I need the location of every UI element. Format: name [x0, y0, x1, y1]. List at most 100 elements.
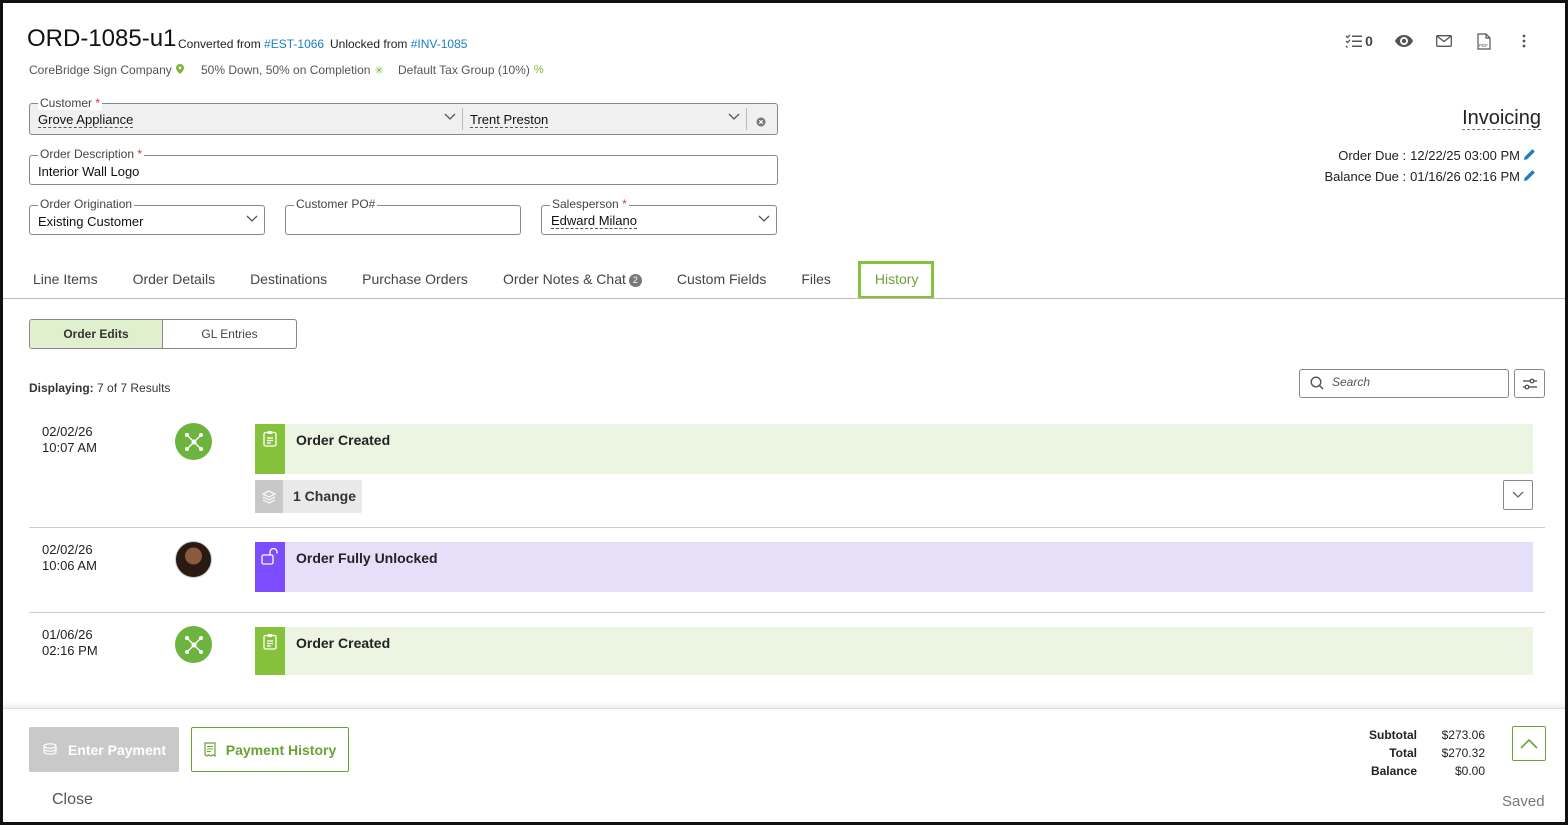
order-due-label: Order Due : — [1338, 148, 1407, 163]
converted-link[interactable]: #EST-1066 — [264, 37, 324, 51]
sliders-icon — [1522, 378, 1537, 389]
order-origination-value: Existing Customer — [38, 214, 144, 229]
salesperson-value: Edward Milano — [551, 213, 637, 229]
email-icon[interactable] — [1433, 31, 1455, 51]
entry-divider — [29, 527, 1545, 528]
order-description-field[interactable]: Order Description * Interior Wall Logo — [29, 147, 778, 185]
clipboard-icon — [255, 424, 285, 474]
tab-history[interactable]: History — [857, 261, 935, 299]
tab-line-items[interactable]: Line Items — [15, 261, 115, 299]
history-card: Order Fully Unlocked — [255, 542, 1533, 592]
clear-icon[interactable] — [756, 114, 766, 132]
eye-icon[interactable] — [1393, 31, 1415, 51]
subtotal-value: $273.06 — [1441, 728, 1485, 742]
total-value: $270.32 — [1441, 746, 1485, 760]
segment-order-edits[interactable]: Order Edits — [30, 320, 163, 348]
chevron-down-icon[interactable] — [444, 113, 456, 123]
history-card-title: Order Fully Unlocked — [296, 550, 438, 566]
edit-pencil-icon[interactable] — [1524, 149, 1535, 163]
customer-po-field[interactable]: Customer PO# — [285, 197, 521, 235]
customer-po-label: Customer PO# — [294, 197, 378, 211]
search-icon — [1310, 376, 1324, 395]
tasks-button[interactable]: 0 — [1343, 31, 1375, 51]
edit-pencil-icon[interactable] — [1524, 170, 1535, 184]
percent-icon: % — [533, 64, 544, 76]
converted-from: Converted from #EST-1066 — [178, 37, 324, 51]
chevron-down-icon — [758, 215, 770, 225]
customer-field: Customer * Grove Appliance Trent Preston — [29, 96, 778, 135]
more-options-icon[interactable] — [1513, 31, 1535, 51]
enter-payment-button[interactable]: Enter Payment — [29, 727, 179, 772]
tab-custom-fields[interactable]: Custom Fields — [659, 261, 783, 299]
chevron-down-icon — [246, 215, 258, 225]
customer-select[interactable]: Grove Appliance — [38, 113, 134, 128]
coins-icon — [43, 742, 57, 755]
change-count-label: 1 Change — [293, 488, 357, 504]
tab-files[interactable]: Files — [783, 261, 848, 299]
order-due: Order Due : 12/22/25 03:00 PM — [1338, 148, 1535, 163]
filter-button[interactable] — [1514, 369, 1545, 398]
expand-totals-button[interactable] — [1512, 726, 1546, 761]
notes-count-badge: 2 — [628, 274, 642, 287]
history-card-title: Order Created — [296, 635, 391, 651]
svg-text:PDF: PDF — [1479, 43, 1488, 48]
salesperson-label: Salesperson * — [550, 197, 629, 211]
search-input[interactable] — [1332, 375, 1492, 389]
order-origination-select[interactable]: Order Origination Existing Customer — [29, 197, 265, 235]
clipboard-icon — [255, 627, 285, 675]
tab-purchase-orders[interactable]: Purchase Orders — [344, 261, 485, 299]
payment-history-button[interactable]: Payment History — [191, 727, 349, 772]
order-description-value: Interior Wall Logo — [38, 164, 140, 179]
unlock-icon — [255, 542, 285, 592]
location-pin-icon — [175, 63, 184, 77]
contact-select[interactable]: Trent Preston — [470, 113, 549, 128]
company-info: CoreBridge Sign Company — [29, 63, 184, 77]
displaying-label: Displaying: — [29, 381, 94, 395]
order-description-label: Order Description * — [38, 147, 145, 161]
displaying-value: 7 of 7 Results — [97, 381, 171, 395]
tab-order-notes-chat[interactable]: Order Notes & Chat 2 — [485, 261, 659, 299]
balance-due-label: Balance Due : — [1324, 169, 1407, 184]
change-count-button[interactable]: 1 Change — [255, 480, 362, 513]
save-status: Saved — [1502, 793, 1545, 810]
salesperson-select[interactable]: Salesperson * Edward Milano — [541, 197, 777, 235]
tab-destinations[interactable]: Destinations — [232, 261, 344, 299]
checklist-icon — [1345, 34, 1363, 48]
entry-timestamp: 01/06/26 02:16 PM — [42, 627, 98, 659]
tax-group: Default Tax Group (10%) % — [398, 63, 544, 77]
task-count: 0 — [1365, 33, 1373, 49]
close-button[interactable]: Close — [52, 791, 93, 809]
tab-divider — [3, 298, 1565, 299]
history-segment-control: Order Edits GL Entries — [29, 319, 297, 349]
history-card-title: Order Created — [296, 432, 391, 448]
entry-timestamp: 02/02/26 10:06 AM — [42, 542, 97, 574]
entry-date: 02/02/26 — [42, 424, 93, 439]
system-avatar — [175, 626, 212, 663]
unlocked-link[interactable]: #INV-1085 — [411, 37, 468, 51]
search-box — [1299, 369, 1509, 398]
results-count: Displaying: 7 of 7 Results — [29, 381, 170, 395]
entry-time: 02:16 PM — [42, 643, 98, 658]
converted-label: Converted from — [178, 37, 261, 51]
network-icon — [184, 635, 203, 654]
balance-value: $0.00 — [1454, 764, 1485, 778]
tax-group-text: Default Tax Group (10%) — [398, 63, 530, 77]
entry-date: 01/06/26 — [42, 627, 93, 642]
asterisk-icon: ✳ — [374, 64, 384, 77]
network-icon — [184, 432, 203, 451]
entry-date: 02/02/26 — [42, 542, 93, 557]
user-avatar — [175, 541, 212, 578]
segment-gl-entries[interactable]: GL Entries — [163, 320, 296, 348]
chevron-up-icon — [1520, 738, 1538, 749]
balance-due: Balance Due : 01/16/26 02:16 PM — [1324, 169, 1535, 184]
tab-order-details[interactable]: Order Details — [115, 261, 232, 299]
chevron-down-icon[interactable] — [728, 113, 740, 123]
subtotal-label: Subtotal — [1369, 728, 1417, 742]
expand-button[interactable] — [1503, 480, 1533, 510]
pdf-icon[interactable]: PDF — [1473, 31, 1495, 51]
order-id: ORD-1085-u1 — [27, 25, 177, 52]
tab-label: Order Notes & Chat — [502, 271, 626, 287]
order-status[interactable]: Invoicing — [1462, 107, 1541, 130]
history-card: Order Created — [255, 627, 1533, 675]
payment-terms: 50% Down, 50% on Completion ✳ — [201, 63, 384, 77]
